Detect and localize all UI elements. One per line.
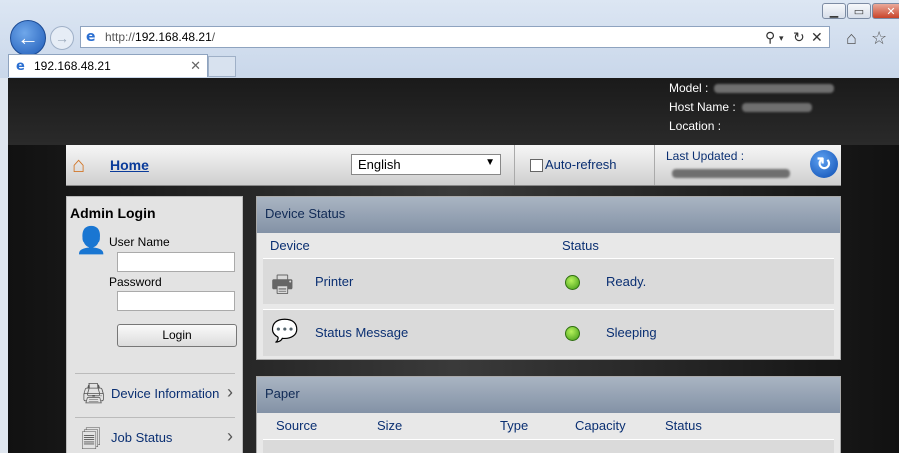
- divider: [654, 145, 655, 185]
- source-column-header: Source: [276, 418, 318, 433]
- divider: [514, 145, 515, 185]
- table-row: [263, 439, 834, 453]
- page-toolbar: ⌂ Home English ▼ Auto-refresh Last Updat…: [66, 145, 841, 186]
- auto-refresh-checkbox[interactable]: [530, 159, 543, 172]
- table-row: 🖶 Printer Ready.: [263, 258, 834, 304]
- back-arrow-icon[interactable]: ←: [10, 20, 46, 56]
- ie-logo-icon: e: [86, 29, 96, 45]
- size-column-header: Size: [377, 418, 403, 433]
- chevron-down-icon: ▼: [485, 157, 495, 168]
- status-column-header: Status: [665, 418, 702, 433]
- device-name: Status Message: [315, 325, 409, 340]
- favorites-star-icon[interactable]: ☆: [871, 28, 887, 49]
- auto-refresh-label: Auto-refresh: [545, 157, 617, 172]
- tab-title: 192.168.48.21: [34, 59, 111, 73]
- language-select[interactable]: English ▼: [351, 154, 501, 175]
- search-icon[interactable]: ⚲: [765, 29, 775, 46]
- refresh-icon[interactable]: ↻: [793, 29, 805, 46]
- address-bar[interactable]: e http://192.168.48.21/ ⚲ ▾ ↻ ✕: [80, 26, 830, 48]
- home-toolbar-icon[interactable]: ⌂: [846, 28, 857, 49]
- type-column-header: Type: [500, 418, 529, 433]
- job-status-icon: 🗐: [81, 429, 101, 451]
- divider: [75, 417, 235, 418]
- tab-close-icon[interactable]: ✕: [190, 58, 201, 74]
- stop-icon[interactable]: ✕: [811, 29, 823, 46]
- status-ok-icon: [565, 275, 580, 290]
- url-text: http://192.168.48.21/: [105, 30, 216, 44]
- chevron-right-icon[interactable]: ›: [227, 426, 233, 447]
- home-link[interactable]: Home: [110, 157, 149, 173]
- model-info: Model :: [669, 81, 835, 95]
- paper-panel: Paper Source Size Type Capacity Status: [256, 376, 841, 453]
- status-message-icon: 💬: [271, 318, 299, 343]
- new-tab-button[interactable]: [208, 56, 236, 77]
- maximize-icon[interactable]: ▭: [847, 3, 871, 19]
- nav-job-status[interactable]: Job Status: [111, 430, 172, 445]
- capacity-column-header: Capacity: [575, 418, 626, 433]
- device-status: Ready.: [606, 274, 647, 289]
- username-label: User Name: [109, 235, 170, 249]
- last-updated-value: [672, 169, 790, 178]
- table-row: 💬 Status Message Sleeping: [263, 309, 834, 356]
- username-input[interactable]: [117, 252, 235, 272]
- minimize-icon[interactable]: ▁: [822, 3, 846, 19]
- page-header: Model : Host Name : Location :: [8, 78, 899, 145]
- browser-chrome: ← → e http://192.168.48.21/ ⚲ ▾ ↻ ✕ ▁ ▭ …: [0, 0, 899, 78]
- password-label: Password: [109, 275, 162, 289]
- nav-device-information[interactable]: Device Information: [111, 386, 219, 401]
- printer-icon: 🖶: [271, 271, 294, 298]
- divider: [75, 373, 235, 374]
- close-window-icon[interactable]: ✕: [872, 3, 899, 19]
- sidebar: Admin Login 👤 User Name Password Login 🖨…: [66, 196, 243, 453]
- device-status-title: Device Status: [257, 197, 840, 233]
- location-info: Location :: [669, 119, 722, 133]
- device-name: Printer: [315, 274, 354, 289]
- admin-login-title: Admin Login: [70, 205, 156, 221]
- home-icon[interactable]: ⌂: [72, 152, 85, 178]
- dropdown-arrow-icon[interactable]: ▾: [779, 33, 784, 44]
- host-name-info: Host Name :: [669, 100, 812, 114]
- user-avatar-icon: 👤: [75, 225, 108, 255]
- language-value: English: [358, 157, 401, 172]
- status-ok-icon: [565, 326, 580, 341]
- paper-title: Paper: [257, 377, 840, 413]
- status-column-header: Status: [562, 238, 599, 253]
- browser-tab[interactable]: e 192.168.48.21 ✕: [8, 54, 208, 77]
- web-page: Model : Host Name : Location : ⌂ Home En…: [8, 78, 899, 453]
- device-column-header: Device: [270, 238, 310, 253]
- chevron-right-icon[interactable]: ›: [227, 382, 233, 403]
- password-input[interactable]: [117, 291, 235, 311]
- forward-arrow-icon[interactable]: →: [50, 26, 74, 50]
- ie-tab-icon: e: [16, 59, 25, 74]
- refresh-button-icon[interactable]: ↻: [810, 150, 838, 178]
- device-status: Sleeping: [606, 325, 657, 340]
- login-button[interactable]: Login: [117, 324, 237, 347]
- device-information-icon: 🖨: [81, 383, 107, 405]
- device-status-panel: Device Status Device Status 🖶 Printer Re…: [256, 196, 841, 360]
- last-updated-label: Last Updated :: [666, 149, 745, 163]
